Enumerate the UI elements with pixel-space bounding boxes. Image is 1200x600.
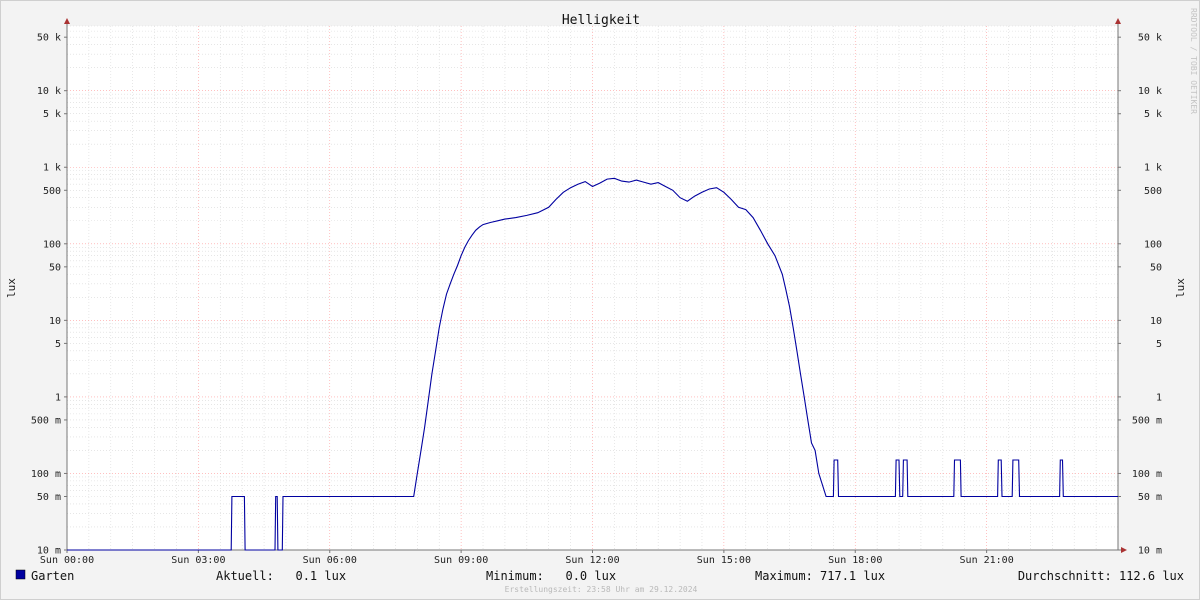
y-tick-label: 5 k <box>1144 109 1162 120</box>
x-tick-label: Sun 00:00 <box>40 555 94 566</box>
y-tick-label: 10 k <box>1138 86 1162 97</box>
y-tick-label: 500 m <box>1132 415 1162 426</box>
y-tick-label: 5 <box>55 339 61 350</box>
y-tick-label: 5 k <box>43 109 61 120</box>
y-tick-label: 50 <box>1150 262 1162 273</box>
chart-title: Helligkeit <box>562 13 640 28</box>
y-tick-label: 100 <box>1144 239 1162 250</box>
legend-average: Durchschnitt: 112.6 lux <box>1018 569 1184 583</box>
y-tick-label: 50 m <box>1138 492 1162 503</box>
x-axis-arrow <box>1121 547 1127 553</box>
y-tick-label: 1 <box>55 392 61 403</box>
chart-frame: 10 m 50 m 100 m 500 m 1 5 10 50 100 500 1 k 5 k 10 k… <box>0 0 1200 600</box>
legend-maximum: Maximum: 717.1 lux <box>755 569 885 583</box>
y-tick-label: 100 m <box>1132 469 1162 480</box>
y-tick-label: 10 m <box>1138 546 1162 557</box>
y-tick-label: 500 <box>43 186 61 197</box>
y-axis-arrow-right <box>1115 18 1121 24</box>
y-tick-label: 10 k <box>37 86 61 97</box>
x-tick-label: Sun 15:00 <box>697 555 751 566</box>
x-tick-label: Sun 12:00 <box>565 555 619 566</box>
y-tick-labels-right: 10 m 50 m 100 m 500 m 1 5 10 50 100 500 1 k 5 k 10 k… <box>1132 33 1162 557</box>
legend-swatch-garten <box>15 569 26 580</box>
creation-timestamp: Erstellungszeit: 23:58 Uhr am 29.12.2024 <box>505 585 698 594</box>
legend-current: Aktuell: 0.1 lux <box>216 569 346 583</box>
y-tick-label: 1 k <box>1144 163 1162 174</box>
y-tick-label: 10 <box>49 316 61 327</box>
y-tick-label: 100 <box>43 239 61 250</box>
y-tick-label: 10 <box>1150 316 1162 327</box>
y-tick-label: 50 k <box>37 33 61 44</box>
y-tick-label: 500 <box>1144 186 1162 197</box>
x-tick-label: Sun 21:00 <box>960 555 1014 566</box>
y-tick-label: 1 <box>1156 392 1162 403</box>
y-tick-label: 50 k <box>1138 33 1162 44</box>
y-tick-label: 50 m <box>37 492 61 503</box>
legend-series-label: Garten <box>31 569 74 583</box>
x-tick-label: Sun 09:00 <box>434 555 488 566</box>
x-tick-label: Sun 03:00 <box>171 555 225 566</box>
y-tick-label: 500 m <box>31 415 61 426</box>
y-axis-label-right: lux <box>1174 278 1187 298</box>
y-tick-label: 100 m <box>31 469 61 480</box>
x-tick-labels: Sun 00:00 Sun 03:00 Sun 06:00 Sun 09:00 Sun … <box>40 555 1014 566</box>
y-tick-label: 5 <box>1156 339 1162 350</box>
x-tick-label: Sun 06:00 <box>303 555 357 566</box>
x-tick-label: Sun 18:00 <box>828 555 882 566</box>
y-tick-label: 1 k <box>43 163 61 174</box>
y-tick-label: 50 <box>49 262 61 273</box>
rrdtool-watermark: RRDTOOL / TOBI OETIKER <box>1189 8 1198 114</box>
brightness-chart: 10 m 50 m 100 m 500 m 1 5 10 50 100 500 1 k 5 k 10 k… <box>5 8 1198 594</box>
legend-minimum: Minimum: 0.0 lux <box>486 569 616 583</box>
y-axis-arrow-left <box>64 18 70 24</box>
y-axis-label-left: lux <box>5 278 18 298</box>
y-tick-labels-left: 10 m50 m100 m500 m1510501005001 k5 k10 k… <box>31 33 61 557</box>
